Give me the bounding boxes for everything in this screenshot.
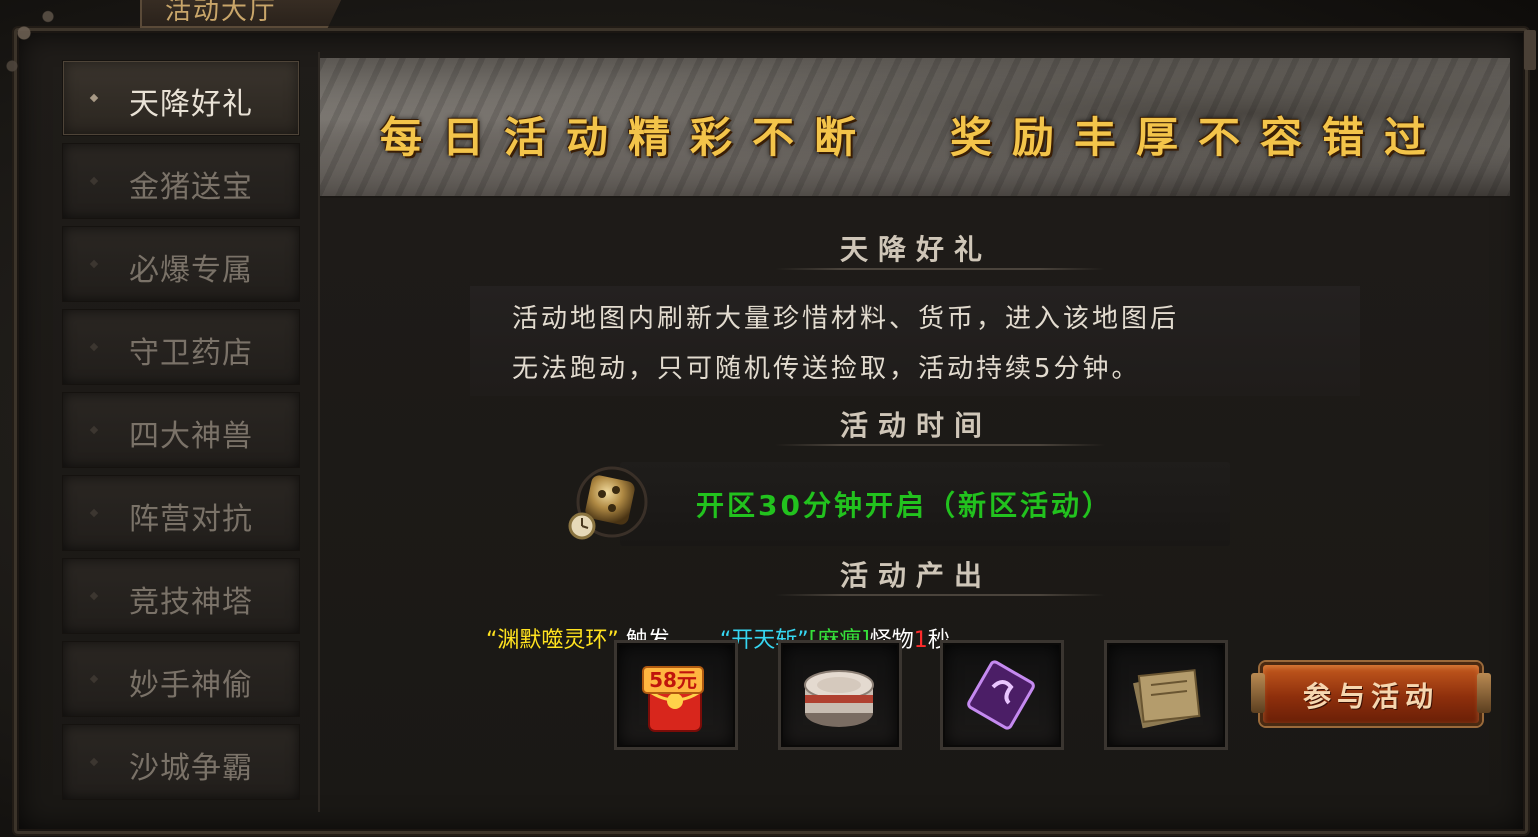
bullet-icon (89, 259, 99, 269)
bullet-icon (89, 508, 99, 518)
frame-bracket (1524, 30, 1536, 70)
can-icon (804, 670, 874, 727)
reward-value-label: 58元 (649, 668, 697, 692)
sidebar-item-label: 沙城争霸 (129, 751, 253, 786)
bullet-icon (89, 757, 99, 767)
sidebar-item-bibao-zhuanshu[interactable]: 必爆专属 (62, 226, 300, 302)
sidebar-item-label: 守卫药店 (129, 336, 253, 371)
bullet-icon (89, 591, 99, 601)
banner-slogan-left: 每日活动精彩不断 (380, 113, 877, 162)
bullet-icon (89, 425, 99, 435)
reward-slot-red-envelope[interactable]: 58元 (614, 640, 738, 750)
description-line-2: 无法跑动，只可随机传送捡取，活动持续5分钟。 (512, 354, 1141, 384)
sidebar-item-label: 竞技神塔 (129, 585, 253, 620)
bullet-icon (89, 674, 99, 684)
output-heading: 活动产出 (839, 559, 992, 592)
activity-sidebar: 天降好礼 金猪送宝 必爆专属 守卫药店 四大神兽 阵营对抗 竞技神塔 妙手神偷 (62, 60, 302, 810)
reward-slot-can[interactable] (778, 640, 902, 750)
activity-hall-window: 活动大厅 天降好礼 金猪送宝 必爆专属 守卫药店 四大神兽 阵营对抗 竞技神塔 … (0, 0, 1538, 837)
sidebar-item-shouwei-yaodian[interactable]: 守卫药店 (62, 309, 300, 385)
scroll-paper-icon (1133, 669, 1201, 729)
activity-description: 活动地图内刷新大量珍惜材料、货币，进入该地图后 无法跑动，只可随机传送捡取，活动… (470, 286, 1360, 396)
dice-clock-icon (562, 464, 652, 544)
sidebar-item-shacheng-zhengba[interactable]: 沙城争霸 (62, 724, 300, 800)
divider (775, 444, 1105, 446)
time-heading: 活动时间 (839, 409, 992, 442)
reward-slot-purple-card[interactable] (940, 640, 1064, 750)
bullet-icon (89, 93, 99, 103)
sidebar-item-label: 阵营对抗 (129, 502, 253, 537)
sidebar-item-zhenying-duikang[interactable]: 阵营对抗 (62, 475, 300, 551)
button-ornament-right (1477, 673, 1491, 713)
banner-slogan-right: 奖励丰厚不容错过 (950, 113, 1447, 162)
window-title: 活动大厅 (165, 0, 278, 26)
join-activity-label: 参与活动 (1302, 680, 1439, 713)
divider (775, 268, 1105, 270)
sidebar-item-label: 妙手神偷 (129, 668, 253, 703)
red-envelope-icon: 58元 (642, 666, 704, 732)
sidebar-item-label: 金猪送宝 (129, 170, 253, 205)
sidebar-item-label: 天降好礼 (129, 87, 253, 122)
sidebar-item-tianjiang-haoli[interactable]: 天降好礼 (62, 60, 300, 136)
sidebar-item-label: 四大神兽 (129, 419, 253, 454)
sidebar-item-jingji-shenta[interactable]: 竞技神塔 (62, 558, 300, 634)
join-activity-button[interactable]: 参与活动 (1251, 662, 1491, 726)
sidebar-item-miaoshou-shentou[interactable]: 妙手神偷 (62, 641, 300, 717)
divider (775, 594, 1105, 596)
purple-gem-card-icon (967, 660, 1035, 730)
bullet-icon (89, 342, 99, 352)
trigger-duration: 1 (913, 628, 928, 653)
reward-slot-scroll[interactable] (1104, 640, 1228, 750)
activity-detail-panel: 每日活动精彩不断 奖励丰厚不容错过 天降好礼 活动地图内刷新大量珍惜材料、货币，… (318, 52, 1512, 812)
bullet-icon (89, 176, 99, 186)
sidebar-item-jinzhu-songbao[interactable]: 金猪送宝 (62, 143, 300, 219)
sidebar-item-sida-shenshou[interactable]: 四大神兽 (62, 392, 300, 468)
activity-title: 天降好礼 (839, 233, 992, 266)
sidebar-item-label: 必爆专属 (129, 253, 253, 288)
activity-time-text: 开区30分钟开启（新区活动） (696, 489, 1113, 522)
activity-banner: 每日活动精彩不断 奖励丰厚不容错过 (320, 58, 1510, 198)
description-line-1: 活动地图内刷新大量珍惜材料、货币，进入该地图后 (512, 304, 1180, 334)
trigger-item-name: “渊默噬灵环” (486, 628, 619, 653)
